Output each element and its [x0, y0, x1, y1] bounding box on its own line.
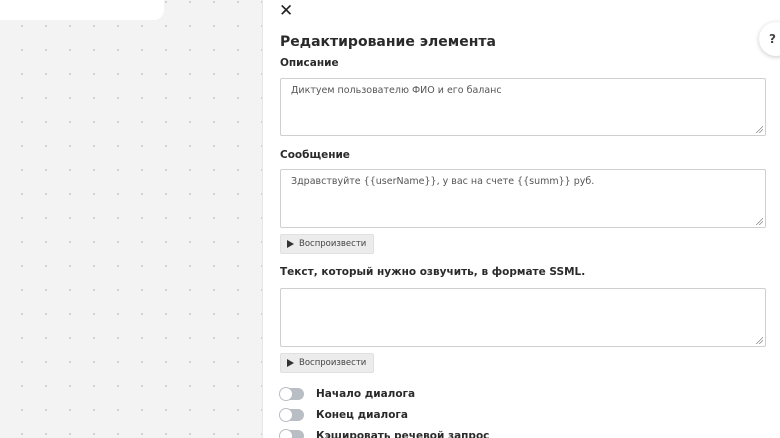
play-icon: [287, 359, 294, 367]
help-button[interactable]: ?: [759, 22, 780, 56]
toggle-label: Конец диалога: [316, 409, 409, 421]
play-message-label: Воспроизвести: [299, 239, 367, 249]
play-ssml-label: Воспроизвести: [299, 358, 367, 368]
toggle-dialog-end[interactable]: Конец диалога: [279, 407, 409, 423]
resize-grip-icon[interactable]: [756, 337, 763, 344]
message-textarea[interactable]: Здравствуйте {{userName}}, у вас на счет…: [280, 169, 766, 228]
close-icon[interactable]: ✕: [279, 2, 295, 20]
toggle-label: Начало диалога: [316, 388, 416, 400]
toggle-label: Кэшировать речевой запрос: [316, 430, 490, 438]
message-label: Сообщение: [280, 149, 350, 161]
canvas-node[interactable]: [0, 0, 164, 20]
toggle-dialog-start[interactable]: Начало диалога: [279, 386, 416, 402]
toggle-switch[interactable]: [279, 387, 304, 401]
resize-grip-icon[interactable]: [756, 126, 763, 133]
play-ssml-button[interactable]: Воспроизвести: [280, 353, 375, 373]
workflow-canvas[interactable]: [0, 0, 262, 438]
toggle-knob: [279, 408, 293, 422]
question-icon: ?: [769, 32, 776, 46]
description-label: Описание: [280, 57, 339, 69]
ssml-label: Текст, который нужно озвучить, в формате…: [280, 266, 586, 278]
toggle-switch[interactable]: [279, 429, 304, 438]
toggle-knob: [279, 387, 293, 401]
ssml-textarea[interactable]: [280, 288, 766, 347]
message-value: Здравствуйте {{userName}}, у вас на счет…: [291, 176, 595, 187]
play-icon: [287, 240, 294, 248]
panel-title: Редактирование элемента: [280, 34, 496, 50]
description-textarea[interactable]: Диктуем пользователю ФИО и его баланс: [280, 78, 766, 136]
element-editor-panel: ✕ ? Редактирование элемента Описание Дик…: [262, 0, 780, 438]
description-value: Диктуем пользователю ФИО и его баланс: [291, 85, 502, 96]
play-message-button[interactable]: Воспроизвести: [280, 234, 375, 254]
toggle-switch[interactable]: [279, 408, 304, 422]
toggle-cache-speech[interactable]: Кэшировать речевой запрос: [279, 428, 490, 438]
toggle-knob: [279, 429, 293, 438]
resize-grip-icon[interactable]: [756, 218, 763, 225]
